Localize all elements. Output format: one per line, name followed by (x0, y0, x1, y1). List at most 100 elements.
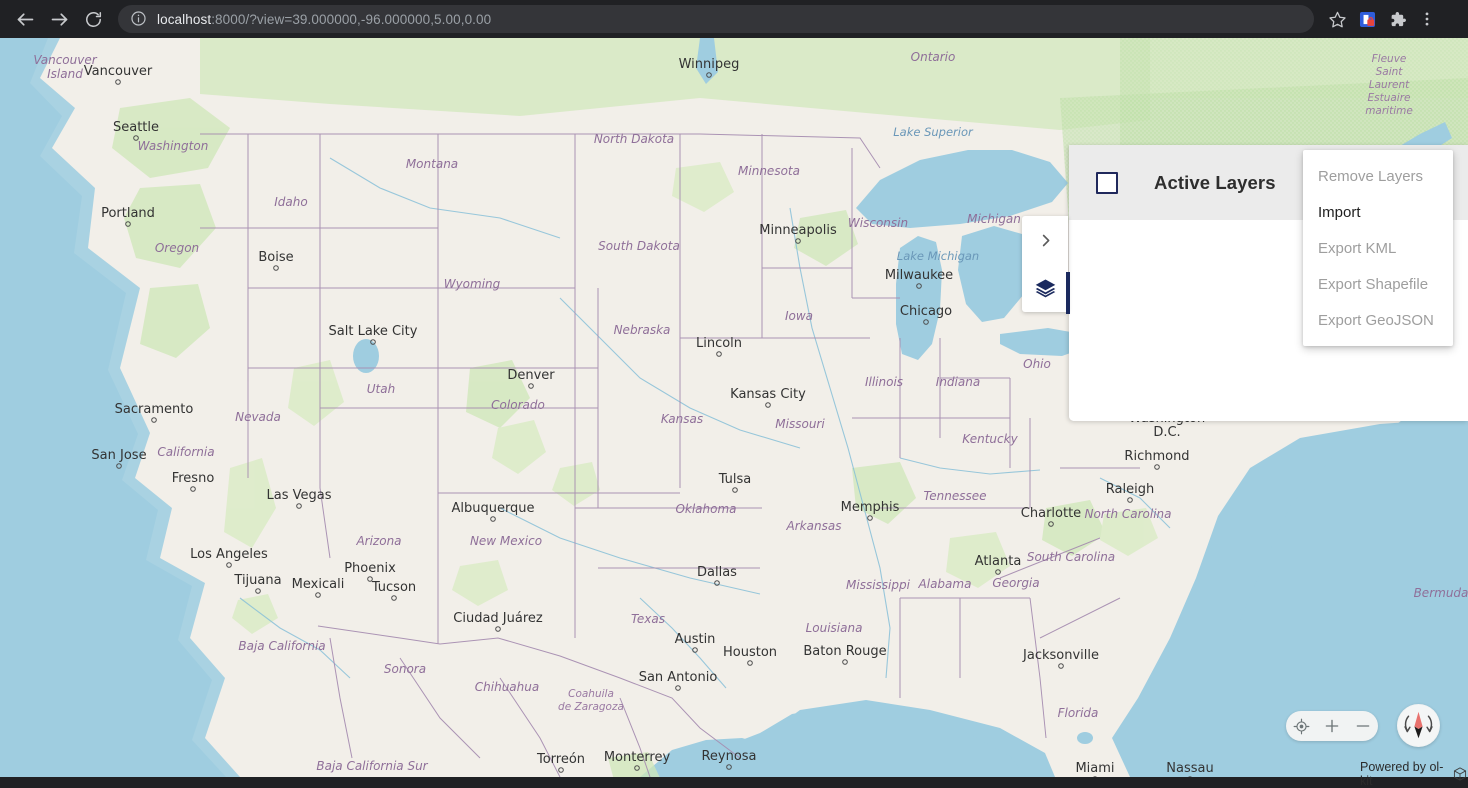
map-region-label: Saint (1376, 66, 1404, 78)
map-city-label: Island (47, 67, 83, 81)
map-city-label: Phoenix (344, 561, 396, 576)
map-city-label: Winnipeg (679, 57, 740, 72)
map-region-label: Chihuahua (475, 680, 539, 694)
map-city-label: Jacksonville (1022, 648, 1099, 663)
map-region-label: Ontario (911, 50, 956, 64)
map-city-label: Albuquerque (451, 501, 534, 516)
map-region-label: Colorado (491, 398, 545, 412)
map-region-label: Estuaire (1367, 92, 1410, 104)
map-city-label: Fresno (172, 471, 215, 486)
url-text: localhost:8000/?view=39.000000,-96.00000… (157, 12, 491, 27)
address-bar[interactable]: localhost:8000/?view=39.000000,-96.00000… (118, 5, 1314, 33)
plus-icon (1323, 717, 1341, 735)
map-region-label: California (157, 445, 214, 459)
map-city-label: Portland (101, 206, 155, 221)
url-path: :8000/?view=39.000000,-96.000000,5.00,0.… (211, 12, 491, 27)
active-layers-title: Active Layers (1154, 172, 1276, 194)
select-all-layers-checkbox[interactable] (1096, 172, 1118, 194)
map-region-label: Iowa (785, 309, 813, 323)
minus-icon (1354, 717, 1372, 735)
map-region-label: Indiana (936, 375, 980, 389)
forward-button[interactable] (42, 2, 76, 36)
map-city-label: Baton Rouge (803, 644, 886, 659)
menu-item-remove-layers: Remove Layers (1303, 158, 1453, 194)
map-region-label: Arkansas (786, 519, 842, 533)
map-city-label: Salt Lake City (329, 324, 418, 339)
browser-menu-icon[interactable] (1412, 4, 1442, 34)
zoom-in-button[interactable] (1318, 712, 1346, 740)
map-city-label: Kansas City (730, 387, 806, 402)
layers-active-accent (1066, 272, 1070, 314)
map-region-label: Laurent (1369, 79, 1410, 91)
map-region-label: South Carolina (1027, 550, 1115, 564)
map-city-label: San Antonio (639, 670, 718, 685)
browser-toolbar: localhost:8000/?view=39.000000,-96.00000… (0, 0, 1468, 38)
map-city-label: Vancouver (33, 53, 97, 67)
map-region-label: Mississippi (846, 578, 911, 592)
map-region-label: Washington (138, 139, 209, 153)
map-region-label: Nebraska (614, 323, 671, 337)
map-city-label: Boise (258, 250, 293, 265)
map-region-label: Georgia (992, 576, 1039, 590)
map-region-label: North Carolina (1084, 507, 1171, 521)
reload-button[interactable] (76, 2, 110, 36)
map-region-label: Fleuve (1372, 53, 1407, 65)
extensions-puzzle-icon[interactable] (1382, 4, 1412, 34)
map-region-label: Tennessee (923, 489, 986, 503)
map-city-label: Austin (675, 632, 716, 647)
compass-button[interactable] (1397, 704, 1440, 747)
map-region-label: Ohio (1023, 357, 1051, 371)
map-zoom-controls (1286, 711, 1378, 741)
map-city-label: Las Vegas (267, 488, 332, 503)
map-region-label: Missouri (775, 417, 825, 431)
olkit-logo-icon (1452, 766, 1468, 782)
back-button[interactable] (8, 2, 42, 36)
map-region-label: New Mexico (470, 534, 542, 548)
map-region-label: Florida (1058, 706, 1099, 720)
layers-icon (1034, 277, 1057, 300)
geolocate-button[interactable] (1287, 712, 1315, 740)
map-city-label: Los Angeles (190, 547, 268, 562)
map-region-label: Baja California (238, 639, 325, 653)
map-water-label: Lake Michigan (897, 249, 979, 263)
map-city-label: Tucson (371, 580, 416, 595)
map-city-label: Chicago (900, 304, 952, 319)
collapse-panel-button[interactable] (1022, 216, 1068, 264)
map-region-label: Baja California Sur (316, 759, 428, 773)
map-region-label: Idaho (274, 195, 307, 209)
map-region-label: Minnesota (738, 164, 800, 178)
map-city-label: Lincoln (696, 336, 742, 351)
map-region-label: Wisconsin (848, 216, 908, 230)
map-region-label: Utah (367, 382, 395, 396)
extension-pinned-icon[interactable] (1352, 4, 1382, 34)
map-region-label: Alabama (918, 577, 972, 591)
map-city-label: Miami (1075, 761, 1114, 776)
map-attribution: Powered by ol-kit (1360, 760, 1468, 788)
menu-item-import[interactable]: Import (1303, 194, 1453, 230)
layers-toggle-button[interactable] (1022, 264, 1068, 312)
menu-item-export-geojson: Export GeoJSON (1303, 302, 1453, 338)
map-region-label: Nevada (235, 410, 281, 424)
map-city-label: Denver (507, 368, 555, 383)
bookmark-star-icon[interactable] (1322, 4, 1352, 34)
map-side-toolbar (1022, 216, 1068, 312)
map-city-label: Ciudad Juárez (453, 611, 543, 626)
map-region-label: de Zaragoza (558, 701, 624, 713)
map-city-label: Monterrey (604, 750, 671, 765)
map-region-label: Bermuda (1414, 586, 1468, 600)
map-region-label: South Dakota (598, 239, 680, 253)
map-city-label: Nassau (1166, 761, 1213, 776)
zoom-out-button[interactable] (1349, 712, 1377, 740)
map-region-label: Coahuila (568, 688, 614, 700)
menu-item-export-kml: Export KML (1303, 230, 1453, 266)
map-region-label: Texas (631, 612, 665, 626)
browser-actions (1322, 4, 1442, 34)
site-info-icon[interactable] (130, 10, 148, 28)
map-city-label: Sacramento (115, 402, 194, 417)
map-city-label: Minneapolis (759, 223, 837, 238)
map-city-label: Mexicali (292, 577, 345, 592)
map-city-label: Seattle (113, 120, 159, 135)
menu-item-export-shapefile: Export Shapefile (1303, 266, 1453, 302)
map-city-label: D.C. (1153, 425, 1180, 440)
map-region-label: Oregon (155, 241, 199, 255)
